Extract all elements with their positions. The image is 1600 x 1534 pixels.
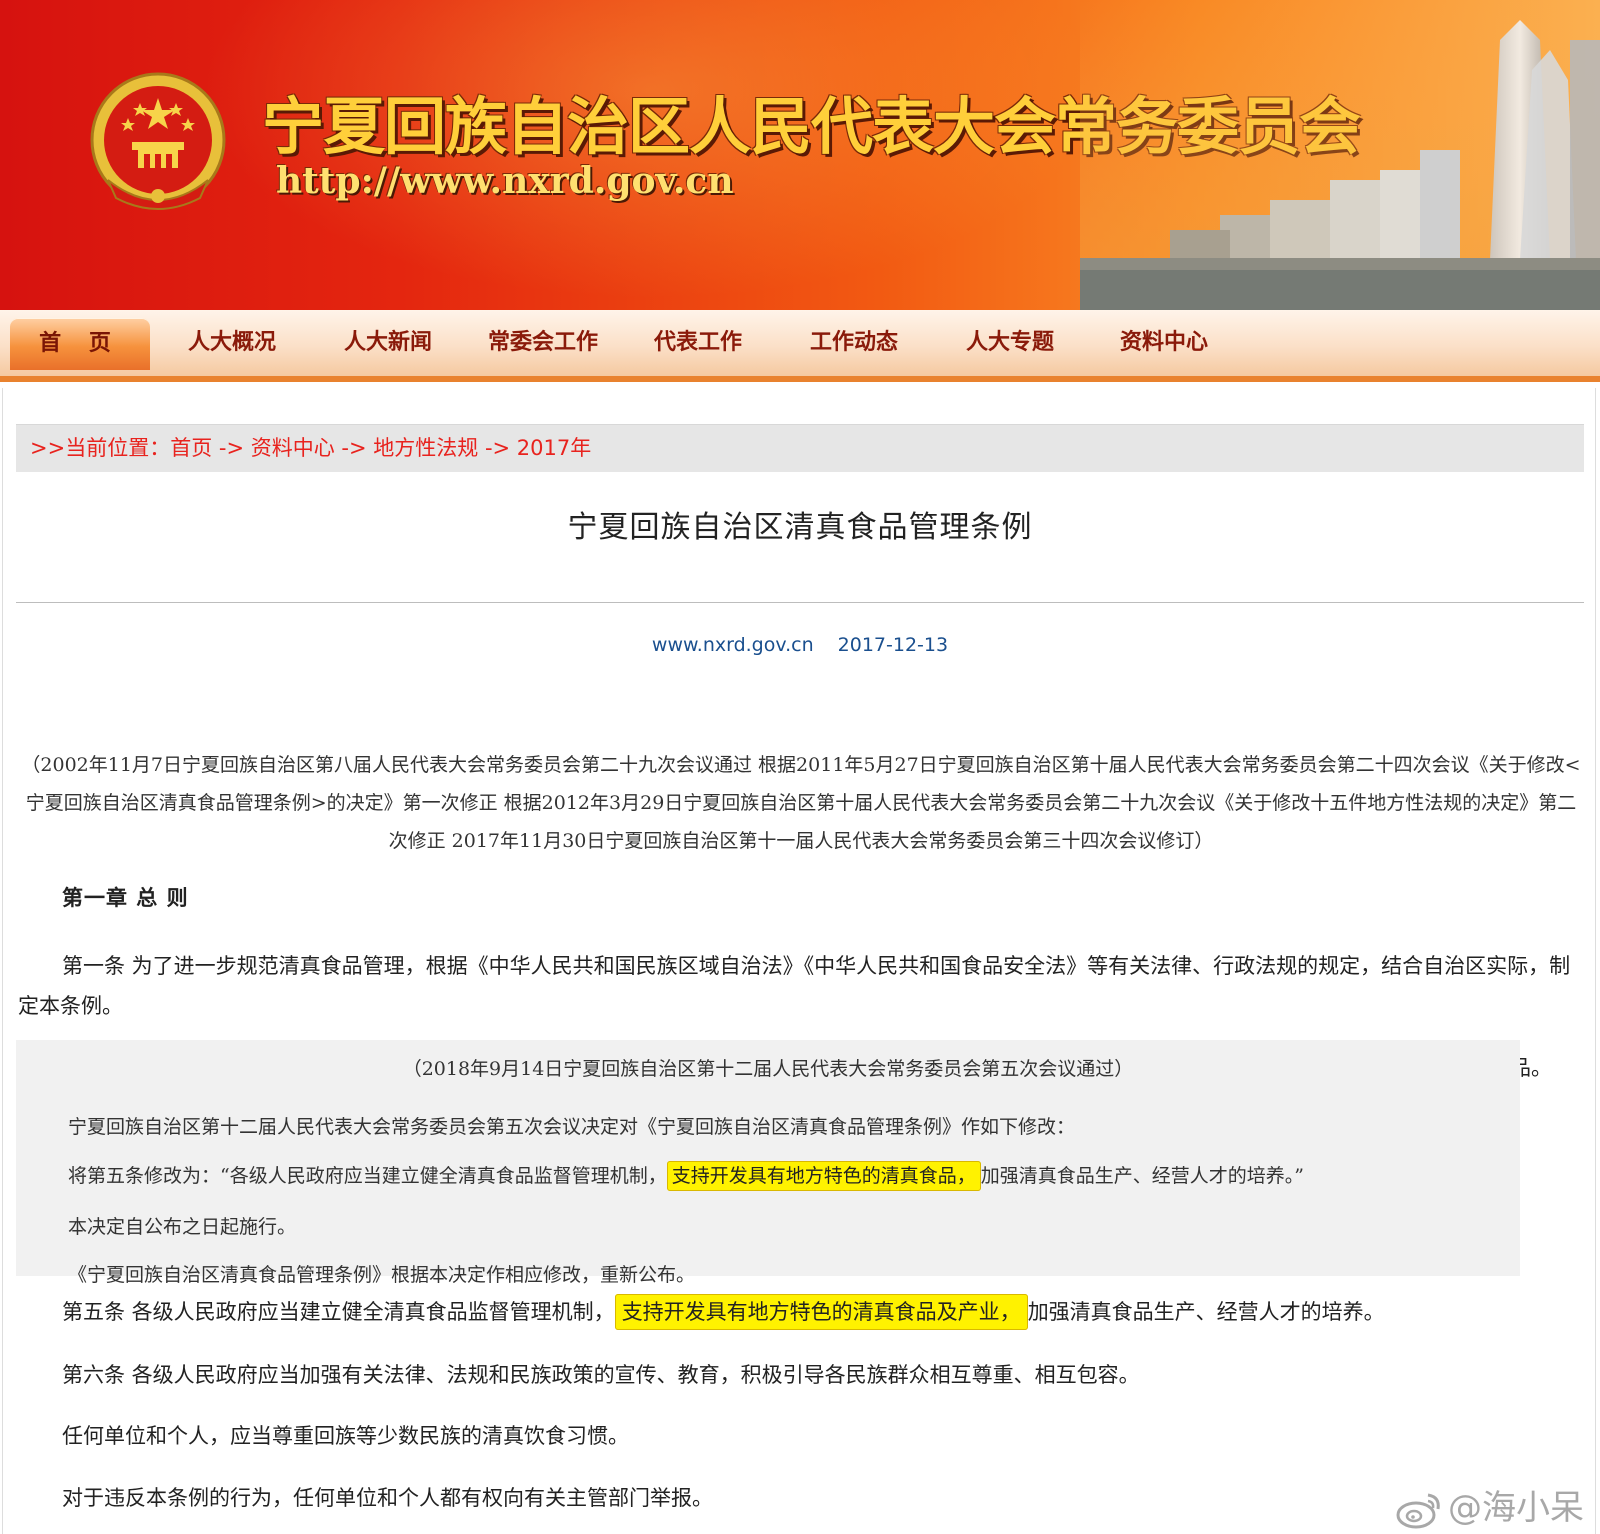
paragraph-report-violations: 对于违反本条例的行为，任何单位和个人都有权向有关主管部门举报。	[62, 1486, 713, 1510]
amendment-header: （2018年9月14日宁夏回族自治区第十二届人民代表大会常务委员会第五次会议通过…	[402, 1058, 1134, 1080]
breadcrumb-item-local-regulations[interactable]: 地方性法规	[373, 436, 478, 460]
main-nav: 首 页 人大概况 人大新闻 常委会工作 代表工作 工作动态 人大专题 资料中心	[0, 310, 1600, 382]
article-5-text: 第五条 各级人民政府应当建立健全清真食品监督管理机制， 支持开发具有地方特色的清真…	[62, 1294, 1385, 1330]
article-preamble: （2002年11月7日宁夏回族自治区第八届人民代表大会常务委员会第二十九次会议通…	[21, 754, 1581, 852]
nav-item-topics[interactable]: 人大专题	[966, 310, 1054, 376]
breadcrumb-sep: ->	[478, 436, 517, 460]
nav-item-activities[interactable]: 工作动态	[810, 310, 898, 376]
nav-home[interactable]: 首 页	[10, 318, 150, 370]
nav-item-standing-committee[interactable]: 常委会工作	[488, 310, 598, 376]
nav-item-deputies[interactable]: 代表工作	[654, 310, 742, 376]
article-5-highlight: 支持开发具有地方特色的清真食品及产业，	[614, 1294, 1028, 1330]
breadcrumb-prefix: >>当前位置：	[30, 436, 171, 460]
site-banner: 宁夏回族自治区人民代表大会常务委员会 http://www.nxrd.gov.c…	[0, 0, 1600, 310]
amendment-line-4: 《宁夏回族自治区清真食品管理条例》根据本决定作相应修改，重新公布。	[68, 1264, 696, 1286]
amendment-excerpt: （2018年9月14日宁夏回族自治区第十二届人民代表大会常务委员会第五次会议通过…	[16, 1040, 1520, 1286]
breadcrumb: >>当前位置：首页 -> 资料中心 -> 地方性法规 -> 2017年	[16, 424, 1584, 472]
weibo-watermark: @海小呆	[1396, 1480, 1584, 1529]
breadcrumb-sep: ->	[334, 436, 374, 460]
weibo-icon	[1396, 1493, 1440, 1528]
site-url: http://www.nxrd.gov.cn	[276, 160, 734, 202]
article-6-text: 第六条 各级人民政府应当加强有关法律、法规和民族政策的宣传、教育，积极引导各民族…	[62, 1363, 1140, 1387]
article-source: www.nxrd.gov.cn	[651, 634, 814, 656]
paragraph-respect-customs: 任何单位和个人，应当尊重回族等少数民族的清真饮食习惯。	[62, 1424, 629, 1448]
article-5-post: 加强清真食品生产、经营人才的培养。	[1027, 1300, 1385, 1324]
article-5-pre: 第五条 各级人民政府应当建立健全清真食品监督管理机制，	[62, 1300, 615, 1324]
nav-item-resources[interactable]: 资料中心	[1120, 310, 1208, 376]
article-title: 宁夏回族自治区清真食品管理条例	[567, 510, 1033, 545]
title-divider	[16, 602, 1584, 603]
article-date: 2017-12-13	[837, 634, 949, 656]
amendment-line-2-post: 加强清真食品生产、经营人才的培养。”	[980, 1165, 1304, 1187]
watermark-text: @海小呆	[1448, 1488, 1584, 1528]
amendment-line-2: 将第五条修改为：“各级人民政府应当建立健全清真食品监督管理机制， 支持开发具有地方…	[68, 1161, 1304, 1191]
breadcrumb-home[interactable]: 首页	[170, 436, 212, 460]
breadcrumb-item-resources[interactable]: 资料中心	[251, 436, 335, 460]
article-meta: www.nxrd.gov.cn 2017-12-13	[0, 634, 1600, 656]
national-emblem-icon	[90, 72, 226, 210]
breadcrumb-sep: ->	[212, 436, 251, 460]
amendment-line-2-pre: 将第五条修改为：“各级人民政府应当建立健全清真食品监督管理机制，	[68, 1165, 667, 1187]
chapter-heading: 第一章 总 则	[62, 886, 189, 910]
amendment-line-3: 本决定自公布之日起施行。	[68, 1216, 297, 1238]
article-1-text: 第一条 为了进一步规范清真食品管理，根据《中华人民共和国民族区域自治法》《中华人…	[18, 954, 1571, 1018]
amendment-line-1: 宁夏回族自治区第十二届人民代表大会常务委员会第五次会议决定对《宁夏回族自治区清真…	[68, 1116, 1076, 1138]
amendment-highlight: 支持开发具有地方特色的清真食品，	[666, 1161, 981, 1191]
breadcrumb-item-year[interactable]: 2017年	[517, 436, 591, 460]
nav-item-overview[interactable]: 人大概况	[188, 310, 276, 376]
nav-item-news[interactable]: 人大新闻	[344, 310, 432, 376]
city-skyline-image	[1080, 0, 1600, 310]
